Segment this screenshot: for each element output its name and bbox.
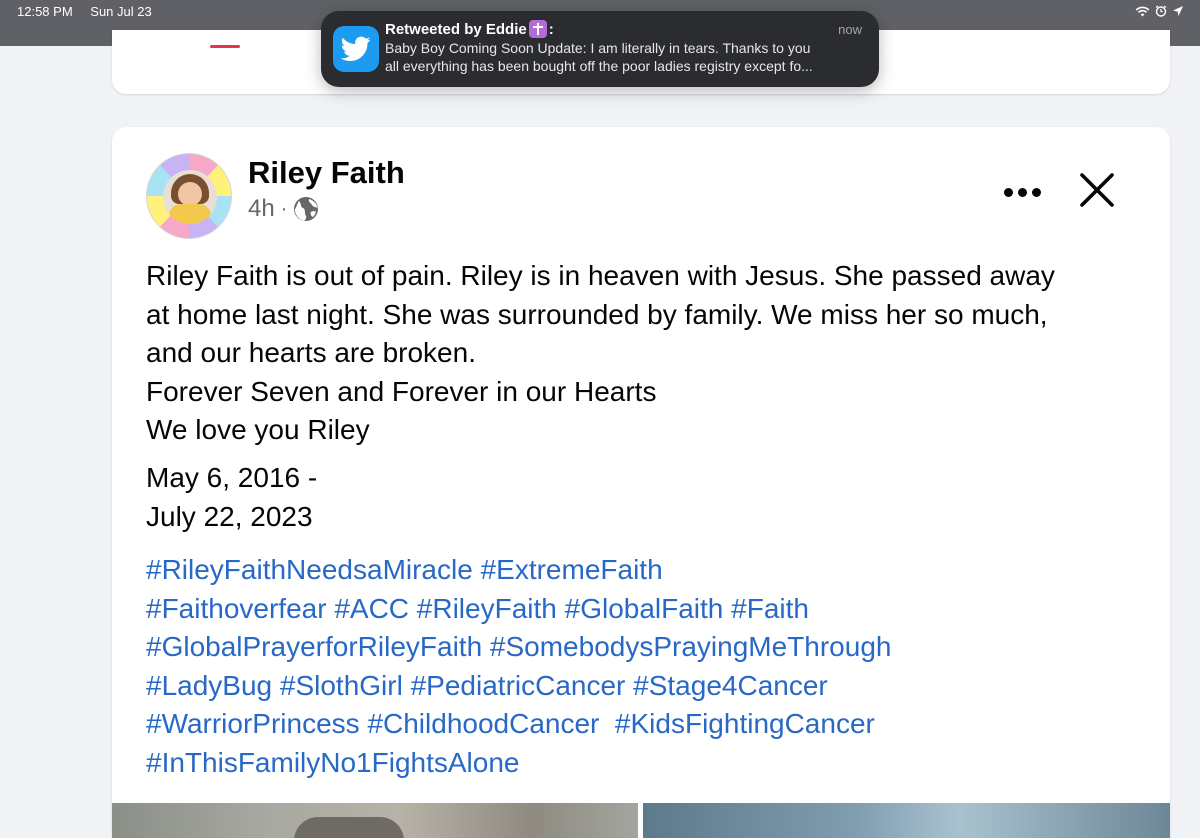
post-text-line: Riley Faith is out of pain. Riley is in … [146, 260, 1055, 291]
post-text-line: Forever Seven and Forever in our Hearts [146, 375, 657, 407]
post-dates: May 6, 2016 - July 22, 2023 [146, 459, 317, 536]
alarm-icon [1155, 5, 1167, 17]
avatar-face [178, 182, 202, 206]
notification-body-line: all everything has been bought off the p… [385, 58, 813, 74]
post-photos [112, 803, 1170, 838]
more-dot [1031, 187, 1041, 197]
avatar-body [169, 204, 211, 224]
close-icon [1080, 173, 1114, 207]
status-date: Sun Jul 23 [90, 4, 152, 19]
post-text-line: and our hearts are broken. [146, 337, 476, 368]
post-text-line: at home last night. She was surrounded b… [146, 298, 1048, 330]
hashtag-line[interactable]: #LadyBug #SlothGirl #PediatricCancer #St… [146, 667, 1156, 706]
hashtag-line[interactable]: #WarriorPrincess #ChildhoodCancer #KidsF… [146, 705, 1156, 744]
post-timestamp[interactable]: 4h [248, 195, 275, 223]
close-button[interactable] [1077, 170, 1117, 210]
previous-post-fragment [210, 45, 240, 48]
post-text-line: We love you Riley [146, 414, 370, 445]
notification-body-line: Baby Boy Coming Soon Update: I am litera… [385, 40, 811, 56]
hashtag-line[interactable]: #GlobalPrayerforRileyFaith #SomebodysPra… [146, 628, 1156, 667]
more-options-button[interactable] [995, 174, 1049, 210]
post-card: Riley Faith 4h · Riley Faith is out of p… [112, 127, 1170, 838]
more-dot [1003, 187, 1013, 197]
notification-banner[interactable]: Retweeted by Eddie : now Baby Boy Coming… [321, 11, 879, 87]
notification-title-suffix: : [548, 20, 554, 38]
location-icon [1173, 6, 1183, 16]
avatar[interactable] [146, 153, 232, 239]
hashtag-line[interactable]: #InThisFamilyNo1FightsAlone [146, 744, 1156, 783]
notification-time: now [838, 22, 862, 37]
post-meta: 4h · [248, 195, 319, 223]
post-hashtags: #RileyFaithNeedsaMiracle #ExtremeFaith #… [146, 551, 1156, 782]
post-photo[interactable] [112, 803, 638, 838]
wifi-icon [1135, 6, 1150, 16]
date-line: July 22, 2023 [146, 500, 313, 532]
notification-body: Baby Boy Coming Soon Update: I am litera… [385, 39, 865, 75]
post-author-name[interactable]: Riley Faith [248, 155, 405, 191]
hashtag-line[interactable]: #Faithoverfear #ACC #RileyFaith #GlobalF… [146, 590, 1156, 629]
post-photo[interactable] [643, 803, 1170, 838]
status-icons [1135, 4, 1184, 18]
globe-icon [294, 197, 319, 221]
status-left: 12:58 PM Sun Jul 23 [17, 4, 166, 19]
status-time: 12:58 PM [17, 4, 73, 19]
hashtag-line[interactable]: #RileyFaithNeedsaMiracle #ExtremeFaith [146, 551, 1156, 590]
date-line: May 6, 2016 - [146, 462, 318, 493]
notification-title: Retweeted by Eddie : [385, 20, 554, 38]
twitter-bird-icon [333, 26, 379, 72]
more-dot [1017, 187, 1027, 197]
meta-separator: · [280, 197, 288, 220]
avatar-photo [163, 170, 217, 224]
post-text: Riley Faith is out of pain. Riley is in … [146, 257, 1156, 450]
cross-emoji-icon [528, 20, 547, 38]
notification-title-text: Retweeted by Eddie [385, 20, 527, 38]
